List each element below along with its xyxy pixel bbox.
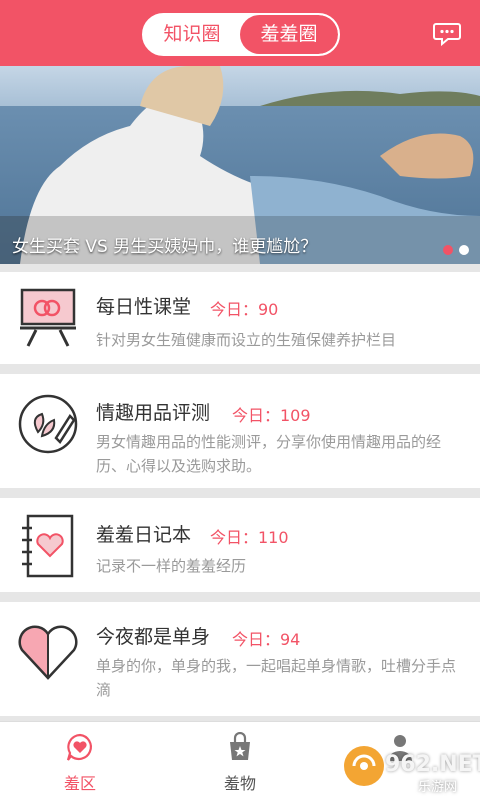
tab-knowledge-circle[interactable]: 知识圈	[144, 15, 240, 54]
circle-switcher: 知识圈 羞羞圈	[142, 13, 340, 56]
card-description: 男女情趣用品的性能测评，分享你使用情趣用品的经历、心得以及选购求助。	[96, 433, 442, 475]
carousel-dot-active	[443, 245, 453, 255]
card-title: 羞羞日记本	[96, 524, 192, 546]
tab-label: 羞区	[63, 774, 96, 793]
pencil-leaf-icon	[18, 394, 78, 454]
top-bar: 知识圈 羞羞圈	[0, 0, 480, 66]
tab-shy-circle[interactable]: 羞羞圈	[240, 15, 338, 54]
list-item[interactable]: 今夜都是单身 今日：94 单身的你，单身的我，一起唱起单身情歌，吐槽分手点滴	[0, 602, 480, 716]
today-count: 今日：90	[210, 300, 279, 319]
watermark-text: 962.NET	[385, 752, 480, 777]
chat-bubble-icon[interactable]	[432, 18, 462, 48]
tab-shy-goods[interactable]: 羞物	[160, 722, 320, 800]
tab-label: 羞物	[223, 774, 256, 793]
card-title: 情趣用品评测	[96, 402, 211, 424]
half-heart-icon	[18, 625, 78, 680]
watermark-subtext: 乐游网	[418, 780, 458, 795]
classroom-board-icon	[20, 288, 76, 347]
card-description: 针对男女生殖健康而设立的生殖保健养护栏目	[96, 331, 397, 349]
shopping-bag-icon	[230, 732, 250, 760]
heart-notebook-icon	[22, 514, 74, 578]
today-count: 今日：94	[232, 630, 301, 649]
list-item[interactable]: 每日性课堂 今日：90 针对男女生殖健康而设立的生殖保健养护栏目	[0, 272, 480, 364]
card-title: 今夜都是单身	[96, 626, 211, 648]
today-count: 今日：110	[210, 528, 289, 547]
card-title: 每日性课堂	[96, 296, 192, 318]
today-count: 今日：109	[232, 406, 311, 425]
list-item[interactable]: 情趣用品评测 今日：109 男女情趣用品的性能测评，分享你使用情趣用品的经历、心…	[0, 374, 480, 488]
card-description: 记录不一样的羞羞经历	[96, 557, 247, 575]
banner-caption[interactable]: 女生买套 VS 男生买姨妈巾，谁更尴尬？	[12, 232, 317, 257]
carousel-dot	[459, 245, 469, 255]
heart-bubble-icon	[66, 733, 92, 761]
tab-shy-zone[interactable]: 羞区	[0, 722, 160, 800]
card-description: 单身的你，单身的我，一起唱起单身情歌，吐槽分手点滴	[96, 657, 457, 699]
list-item[interactable]: 羞羞日记本 今日：110 记录不一样的羞羞经历	[0, 498, 480, 592]
